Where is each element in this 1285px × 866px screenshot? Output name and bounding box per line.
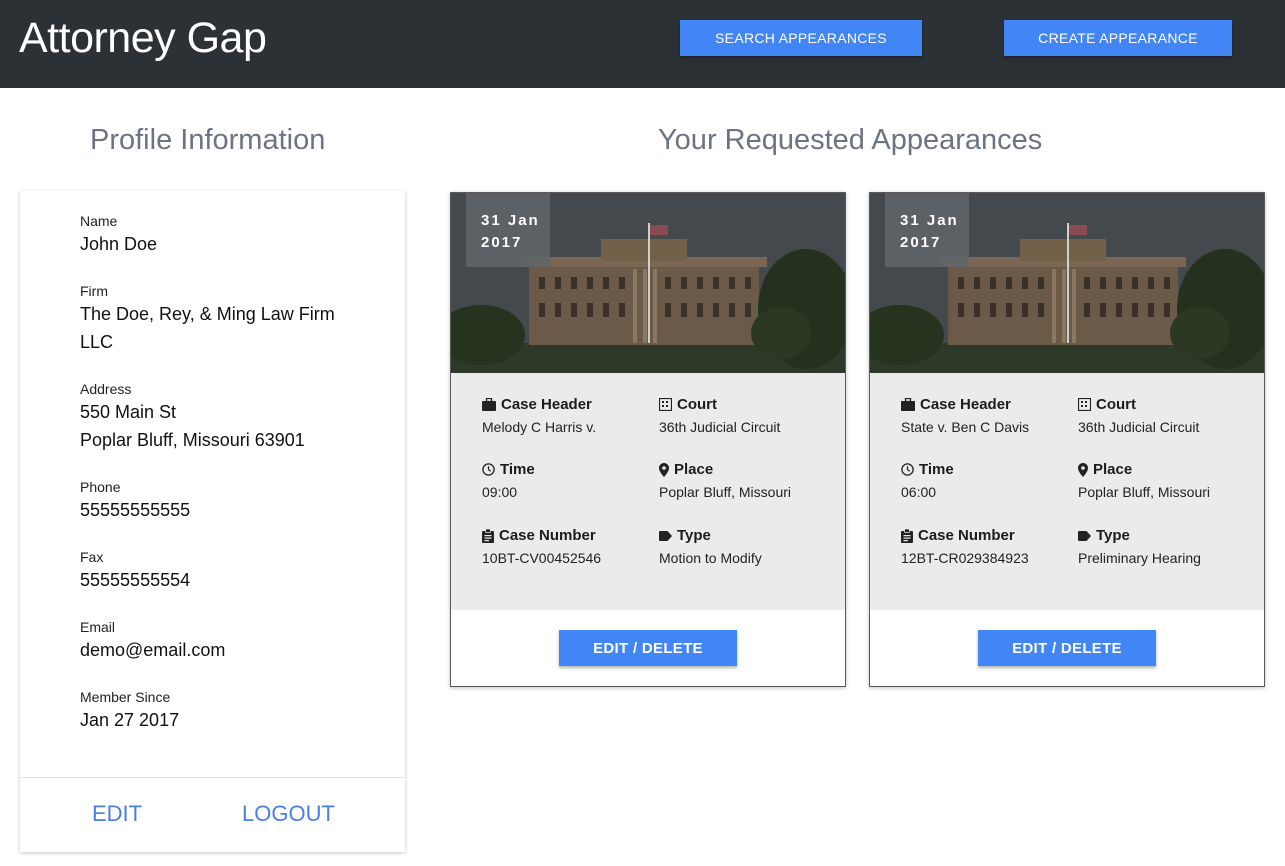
profile-fax-label: Fax <box>80 549 104 565</box>
profile-address-line2: Poplar Bluff, Missouri 63901 <box>80 430 305 450</box>
profile-address-line1: 550 Main St <box>80 402 177 422</box>
case-number-field: Case Number 10BT-CV00452546 <box>482 527 652 566</box>
profile-firm-value-line2: LLC <box>80 332 114 352</box>
edit-delete-button[interactable]: EDIT / DELETE <box>559 630 737 666</box>
profile-email-label: Email <box>80 619 116 635</box>
time-field: Time 09:00 <box>482 461 652 500</box>
app-brand-title[interactable]: Attorney Gap <box>19 14 267 63</box>
profile-email-value: demo@email.com <box>80 640 226 660</box>
place-label: Place <box>674 461 714 478</box>
logout-link[interactable]: LOGOUT <box>242 801 335 827</box>
case-header-value: Melody C Harris v. <box>482 419 597 435</box>
case-header-field: Case Header State v. Ben C Davis <box>901 396 1071 435</box>
type-value: Motion to Modify <box>659 550 762 566</box>
case-header-label: Case Header <box>920 396 1011 413</box>
profile-fax-value: 55555555554 <box>80 570 191 590</box>
profile-address-label: Address <box>80 381 132 397</box>
appearance-card: 31 Jan 2017 Case Header State v. Ben C D… <box>869 192 1265 687</box>
time-field: Time 06:00 <box>901 461 1071 500</box>
case-number-label: Case Number <box>918 527 1015 544</box>
profile-fax-field: Fax 55555555554 <box>80 549 390 594</box>
time-label: Time <box>500 461 535 478</box>
profile-address-field: Address 550 Main St Poplar Bluff, Missou… <box>80 381 390 454</box>
type-field: Type Motion to Modify <box>659 527 829 566</box>
place-value: Poplar Bluff, Missouri <box>1078 484 1211 500</box>
case-number-value: 10BT-CV00452546 <box>482 550 602 566</box>
search-appearances-button[interactable]: SEARCH APPEARANCES <box>680 20 922 56</box>
building-icon <box>659 398 672 411</box>
edit-delete-button[interactable]: EDIT / DELETE <box>978 630 1156 666</box>
appearance-card: 31 Jan 2017 Case Header Melody C Harris … <box>450 192 846 687</box>
profile-edit-link[interactable]: EDIT <box>92 801 142 827</box>
case-header-label: Case Header <box>501 396 592 413</box>
profile-actions-divider <box>20 777 405 778</box>
court-value: 36th Judicial Circuit <box>1078 419 1200 435</box>
appearance-date-badge: 31 Jan 2017 <box>885 193 969 267</box>
place-value: Poplar Bluff, Missouri <box>659 484 792 500</box>
top-app-bar: Attorney Gap SEARCH APPEARANCES CREATE A… <box>0 0 1285 88</box>
map-pin-icon <box>659 462 669 477</box>
case-number-value: 12BT-CR029384923 <box>901 550 1029 566</box>
map-pin-icon <box>1078 462 1088 477</box>
court-field: Court 36th Judicial Circuit <box>659 396 829 435</box>
type-label: Type <box>1096 527 1130 544</box>
appearance-date-year: 2017 <box>900 234 942 251</box>
clipboard-icon <box>901 528 913 543</box>
create-appearance-button[interactable]: CREATE APPEARANCE <box>1004 20 1232 56</box>
place-field: Place Poplar Bluff, Missouri <box>1078 461 1248 500</box>
time-value: 09:00 <box>482 484 518 500</box>
appearance-details: Case Header State v. Ben C Davis Court 3… <box>870 373 1264 610</box>
profile-member-since-field: Member Since Jan 27 2017 <box>80 689 390 734</box>
tag-icon <box>659 530 672 541</box>
appearance-date-day: 31 Jan <box>481 212 540 229</box>
appearance-details: Case Header Melody C Harris v. Court 36t… <box>451 373 845 610</box>
appearance-date-year: 2017 <box>481 234 523 251</box>
place-label: Place <box>1093 461 1133 478</box>
court-label: Court <box>1096 396 1136 413</box>
profile-member-since-value: Jan 27 2017 <box>80 710 180 730</box>
appearances-section-title: Your Requested Appearances <box>658 124 1043 156</box>
court-value: 36th Judicial Circuit <box>659 419 781 435</box>
court-field: Court 36th Judicial Circuit <box>1078 396 1248 435</box>
profile-card: Name John Doe Firm The Doe, Rey, & Ming … <box>20 191 405 852</box>
clock-icon <box>482 463 495 476</box>
courthouse-photo: 31 Jan 2017 <box>451 193 845 373</box>
profile-firm-field: Firm The Doe, Rey, & Ming Law Firm LLC <box>80 283 390 356</box>
case-header-value: State v. Ben C Davis <box>901 419 1030 435</box>
place-field: Place Poplar Bluff, Missouri <box>659 461 829 500</box>
type-label: Type <box>677 527 711 544</box>
case-header-field: Case Header Melody C Harris v. <box>482 396 652 435</box>
profile-name-field: Name John Doe <box>80 213 390 258</box>
profile-phone-value: 55555555555 <box>80 500 191 520</box>
time-label: Time <box>919 461 954 478</box>
type-field: Type Preliminary Hearing <box>1078 527 1248 566</box>
profile-phone-field: Phone 55555555555 <box>80 479 390 524</box>
profile-name-label: Name <box>80 213 118 229</box>
profile-member-since-label: Member Since <box>80 689 171 705</box>
appearance-date-badge: 31 Jan 2017 <box>466 193 550 267</box>
tag-icon <box>1078 530 1091 541</box>
type-value: Preliminary Hearing <box>1078 550 1201 566</box>
courthouse-photo: 31 Jan 2017 <box>870 193 1264 373</box>
case-number-label: Case Number <box>499 527 596 544</box>
profile-email-field: Email demo@email.com <box>80 619 390 664</box>
profile-name-value: John Doe <box>80 234 158 254</box>
clock-icon <box>901 463 914 476</box>
time-value: 06:00 <box>901 484 937 500</box>
briefcase-icon <box>901 398 915 411</box>
profile-section-title: Profile Information <box>90 124 326 156</box>
profile-firm-label: Firm <box>80 283 108 299</box>
profile-firm-value-line1: The Doe, Rey, & Ming Law Firm <box>80 304 335 324</box>
profile-phone-label: Phone <box>80 479 121 495</box>
appearance-date-day: 31 Jan <box>900 212 959 229</box>
clipboard-icon <box>482 528 494 543</box>
briefcase-icon <box>482 398 496 411</box>
building-icon <box>1078 398 1091 411</box>
case-number-field: Case Number 12BT-CR029384923 <box>901 527 1071 566</box>
court-label: Court <box>677 396 717 413</box>
